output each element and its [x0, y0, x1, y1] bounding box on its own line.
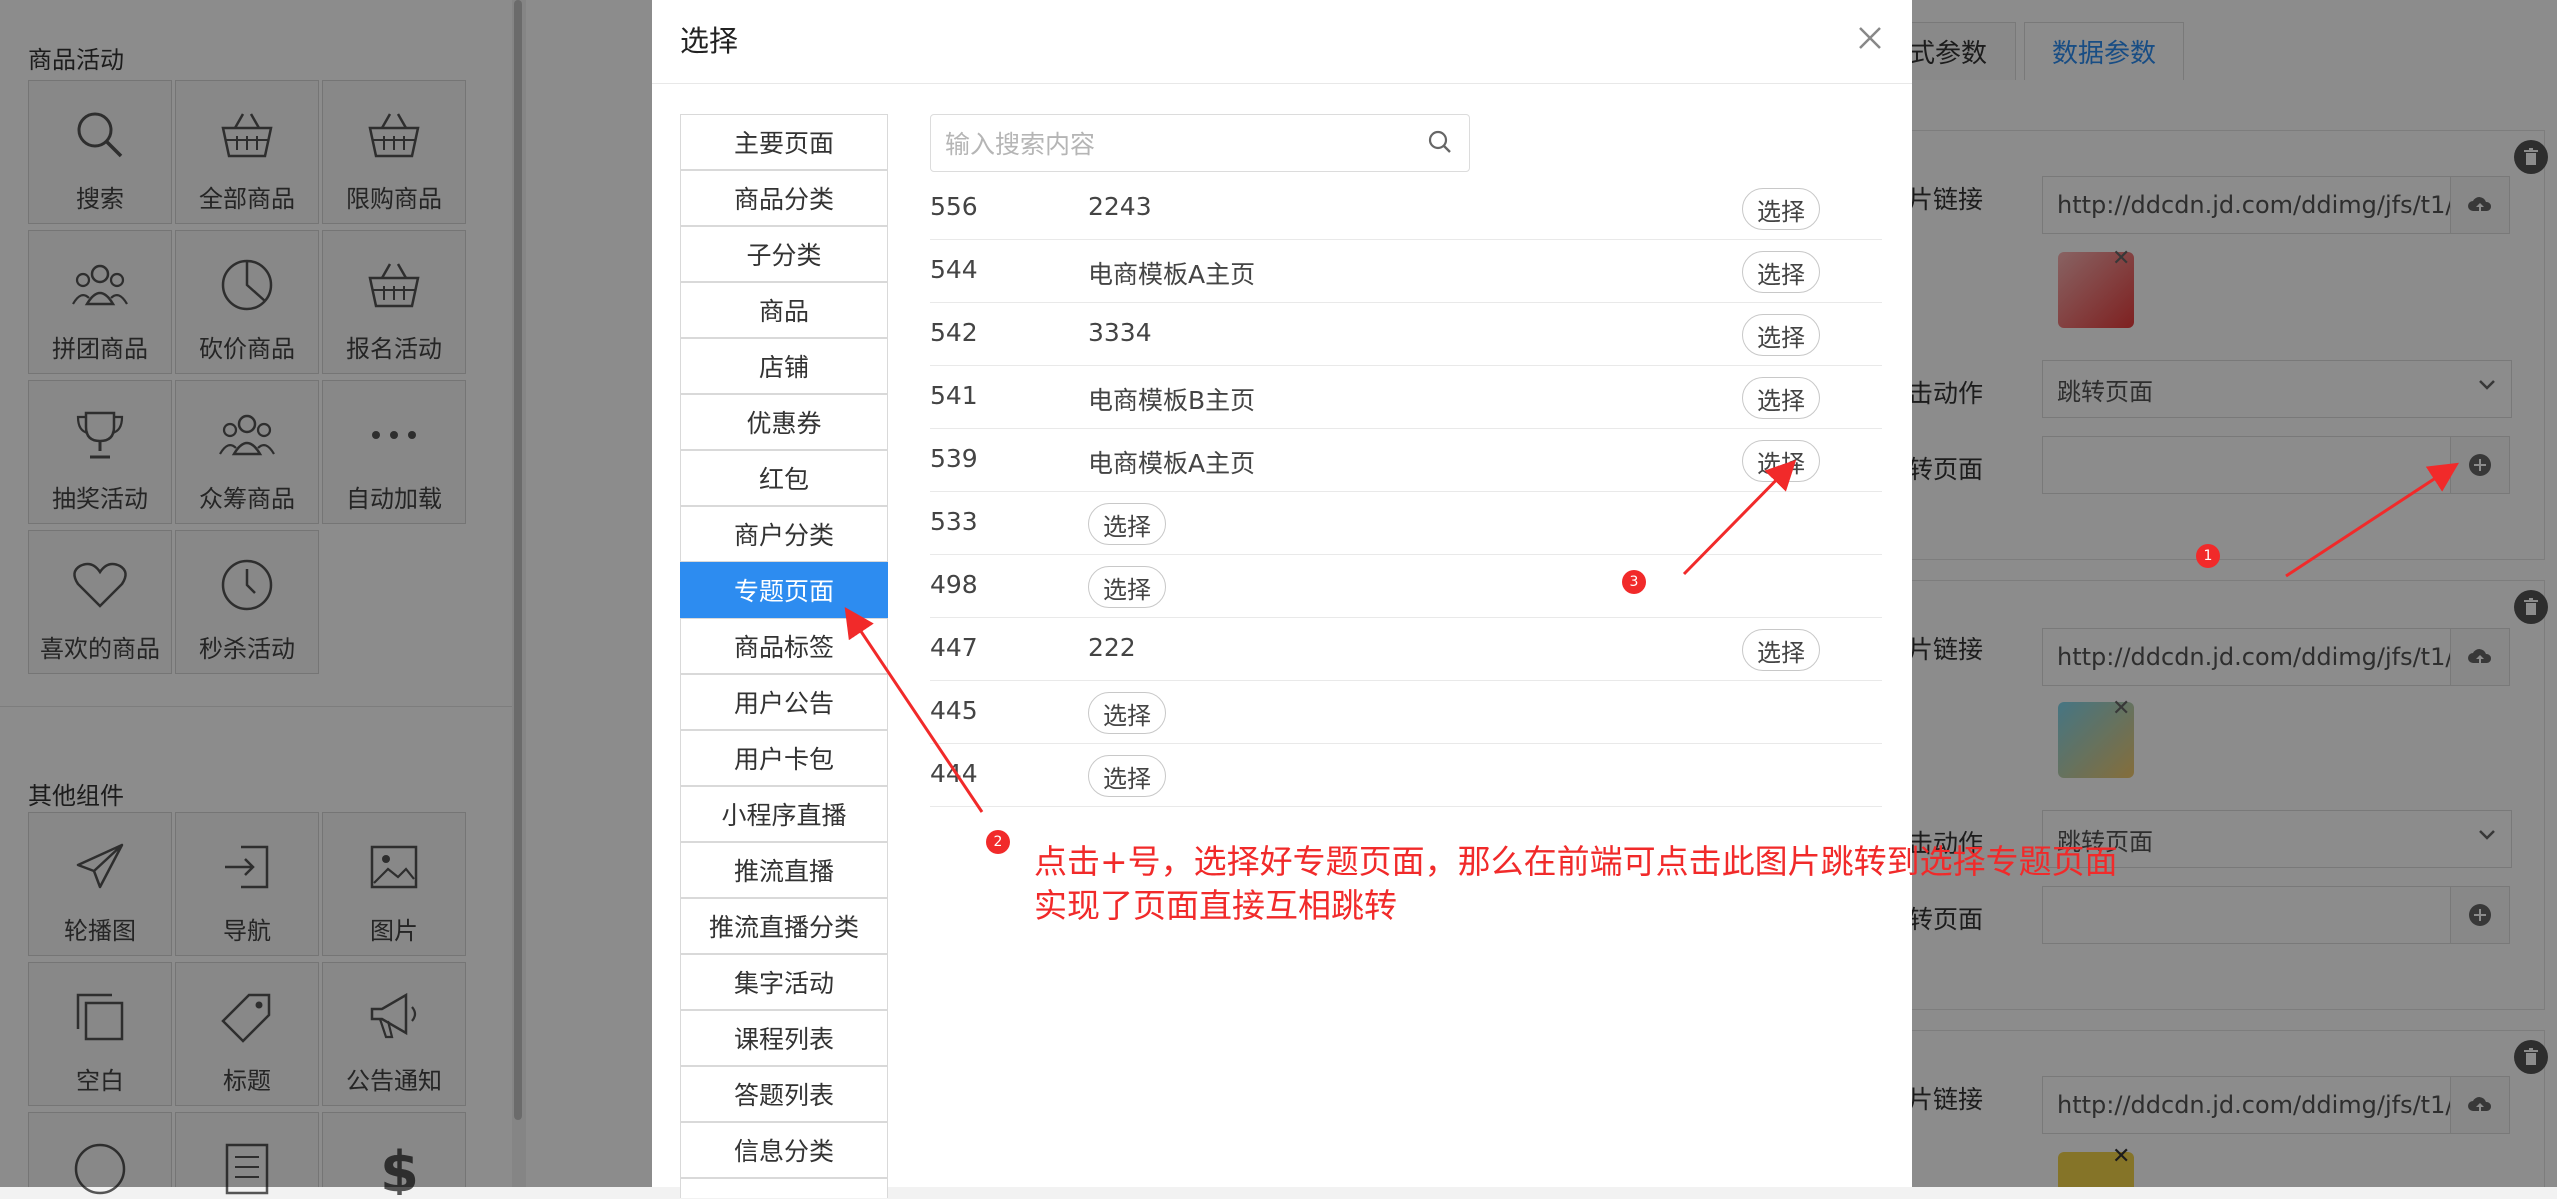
annotation-line-1: 点击+号，选择好专题页面，那么在前端可点击此图片跳转到选择专题页面	[1034, 842, 2118, 881]
annotation-arrow-2	[844, 607, 984, 813]
annotation-arrow-3	[1682, 459, 1797, 576]
annotation-line-2: 实现了页面直接互相跳转	[1034, 886, 1397, 925]
annotation-arrows	[844, 459, 2460, 813]
annotation-badge-2: 2	[986, 830, 1010, 854]
annotation-text: 点击+号，选择好专题页面，那么在前端可点击此图片跳转到选择专题页面 实现了页面直…	[1034, 840, 2118, 928]
annotation-badge-3: 3	[1622, 570, 1646, 594]
annotation-badge-1: 1	[2196, 544, 2220, 568]
annotation-arrow-1	[2285, 462, 2460, 578]
